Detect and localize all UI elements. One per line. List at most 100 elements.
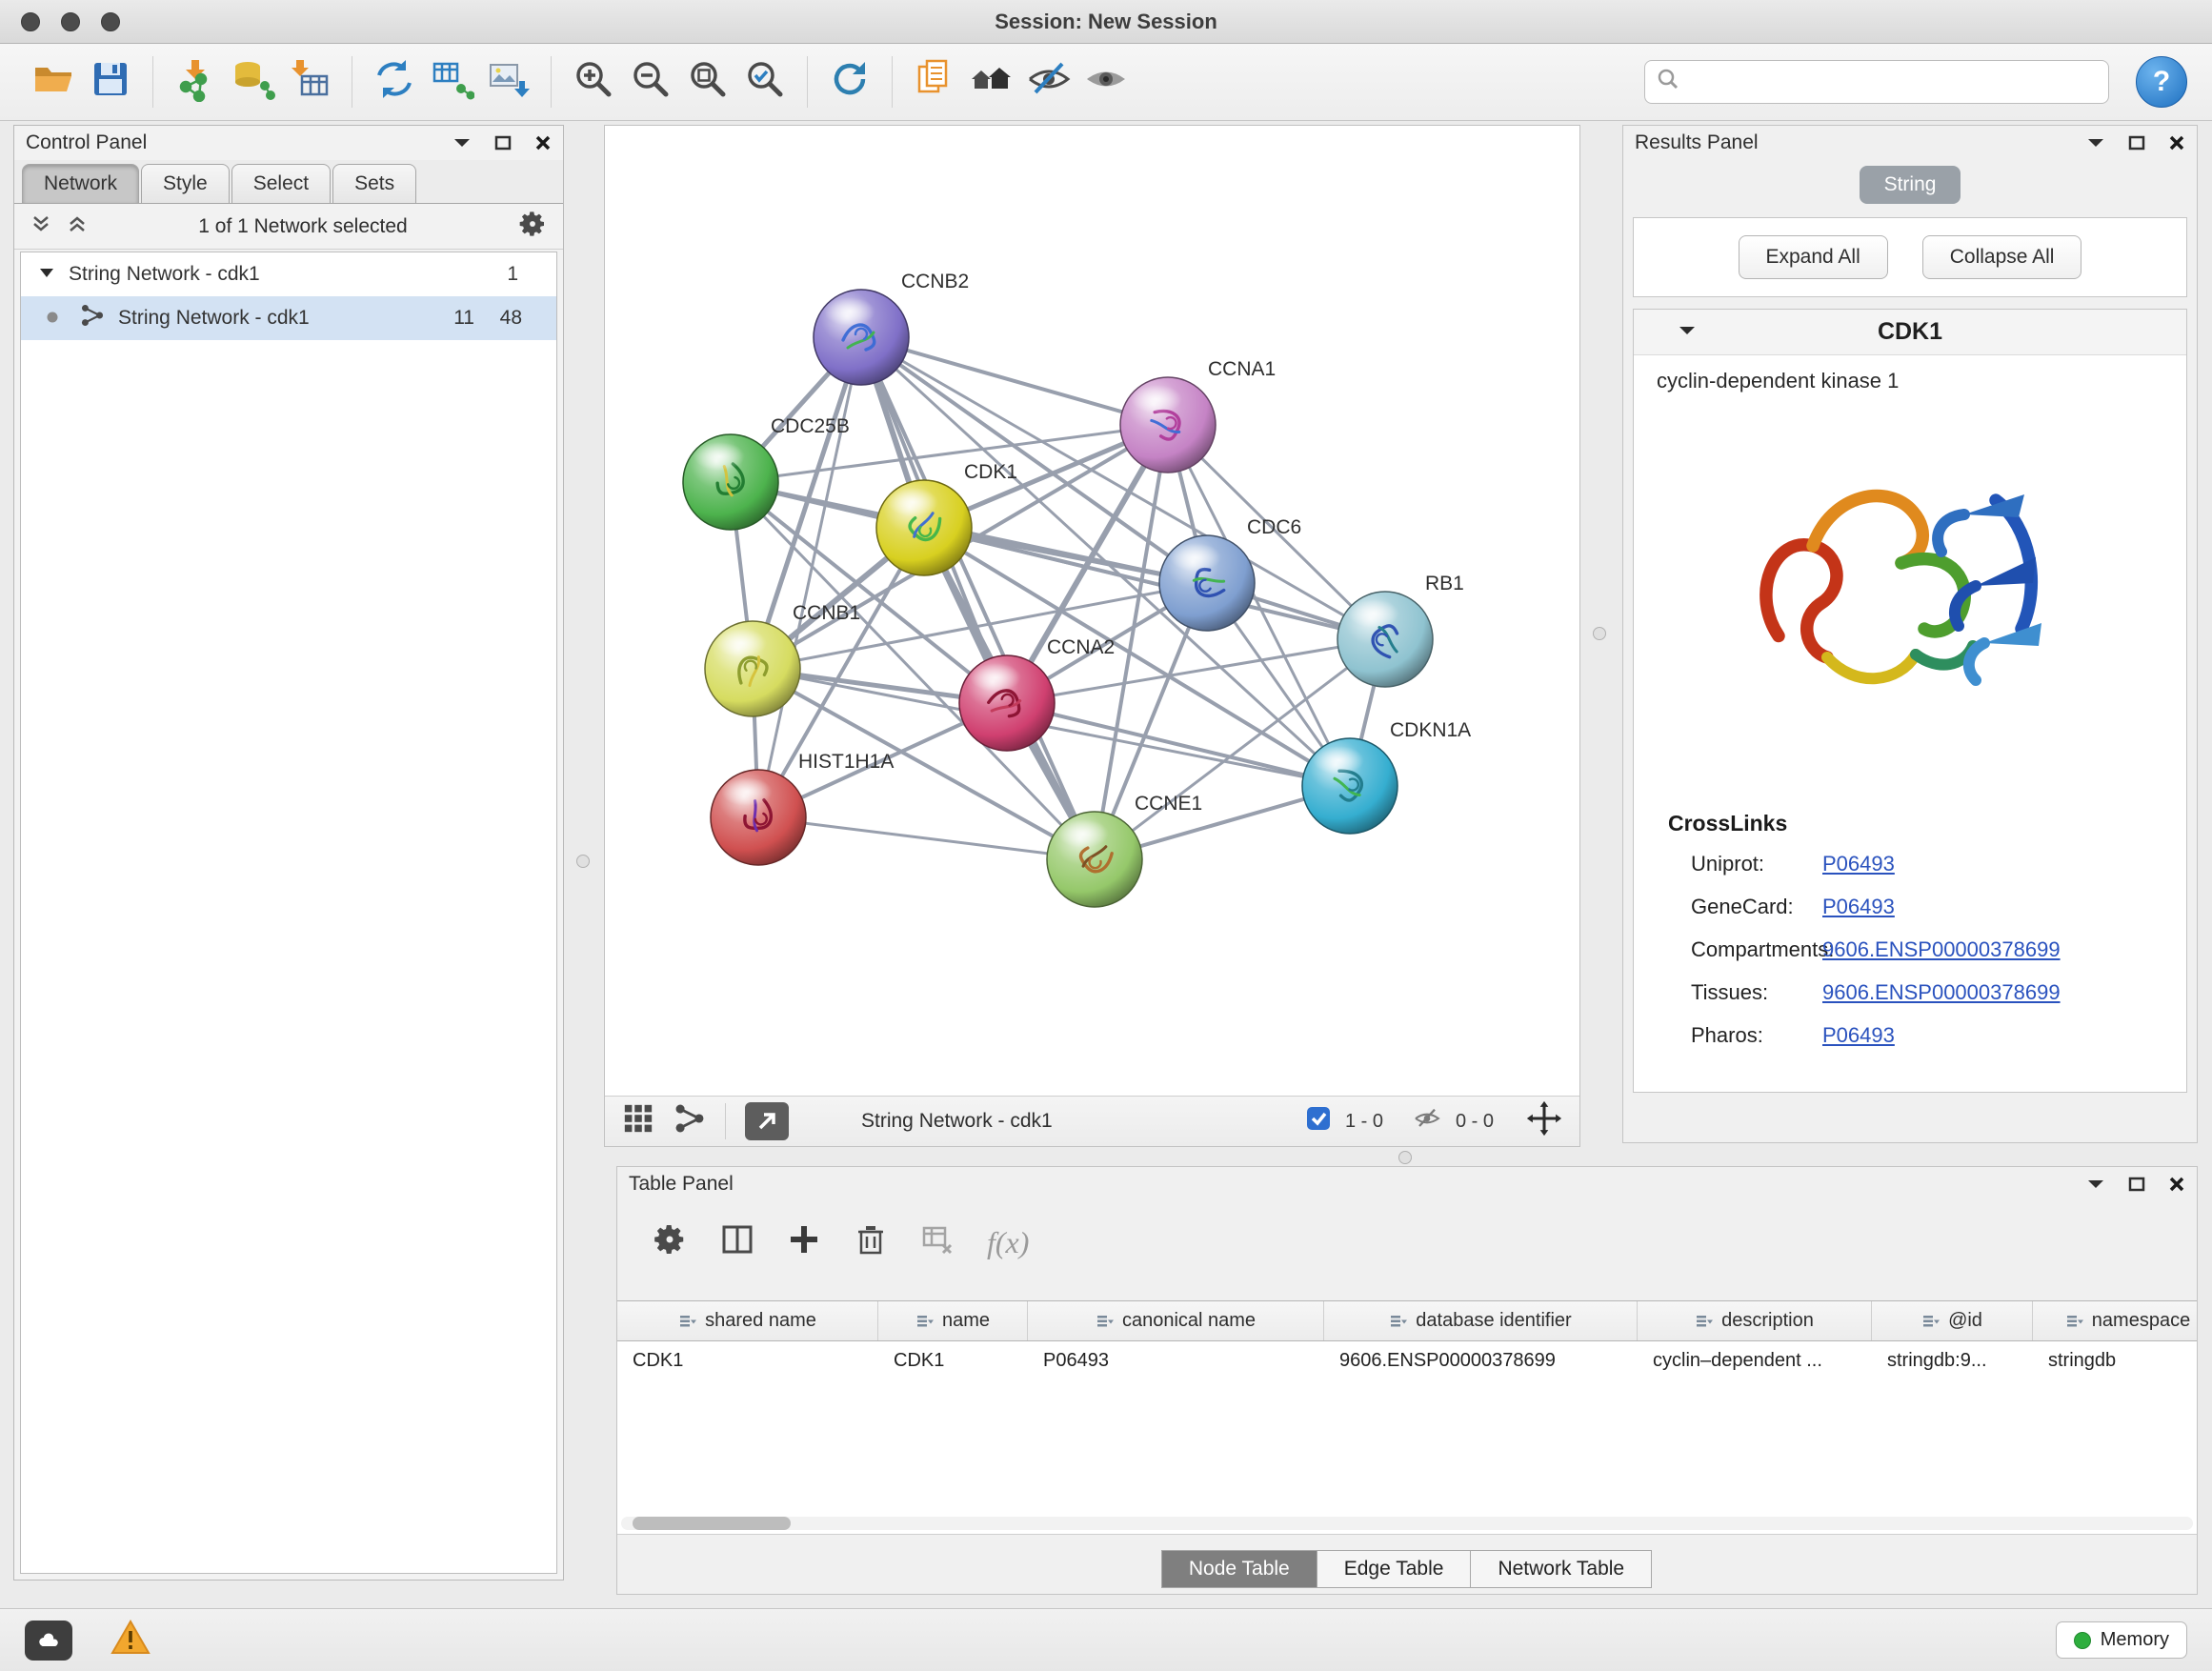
import-network-from-file-button[interactable] [167, 51, 224, 112]
tab-edge-table[interactable]: Edge Table [1317, 1550, 1472, 1588]
network-node-ccnb2[interactable] [814, 290, 909, 385]
network-collection-row[interactable]: String Network - cdk1 1 [21, 252, 556, 296]
expand-all-icon[interactable] [66, 212, 89, 241]
uniprot-link[interactable]: P06493 [1822, 852, 1895, 876]
column-header[interactable]: name [878, 1301, 1028, 1340]
gear-icon[interactable] [517, 209, 548, 245]
network-node-cdc6[interactable] [1159, 535, 1255, 631]
tab-network-table[interactable]: Network Table [1470, 1550, 1652, 1588]
refresh-button[interactable] [821, 51, 878, 112]
network-canvas[interactable]: CCNB2CCNA1CDC25BCDK1CDC6RB1CCNB1CCNA2CDK… [605, 126, 1579, 1096]
export-image-button[interactable] [480, 51, 537, 112]
add-column-icon[interactable] [787, 1222, 821, 1262]
open-in-new-window-button[interactable] [745, 1102, 789, 1140]
column-header[interactable]: namespace [2033, 1301, 2197, 1340]
compartments-link[interactable]: 9606.ENSP00000378699 [1822, 937, 2061, 962]
hidden-eye-strike-icon[interactable] [1412, 1103, 1442, 1139]
tree-expand-icon[interactable] [38, 263, 55, 286]
network-graph[interactable]: CCNB2CCNA1CDC25BCDK1CDC6RB1CCNB1CCNA2CDK… [605, 126, 1581, 1094]
network-row-selected[interactable]: String Network - cdk1 11 48 [21, 296, 556, 340]
show-glass-button[interactable] [1077, 51, 1135, 112]
network-node-cdc25b[interactable] [683, 434, 778, 530]
hide-glass-button[interactable] [1020, 51, 1077, 112]
zoom-fit-button[interactable] [679, 51, 736, 112]
cell-shared-name[interactable]: CDK1 [617, 1341, 878, 1379]
column-header[interactable]: database identifier [1324, 1301, 1638, 1340]
network-node-cdk1[interactable] [876, 480, 972, 575]
crosslink-label: Compartments: [1634, 937, 1822, 962]
splitter-handle[interactable] [1398, 1151, 1412, 1164]
show-columns-icon[interactable] [720, 1222, 754, 1262]
column-header[interactable]: canonical name [1028, 1301, 1324, 1340]
tab-string[interactable]: String [1860, 166, 1961, 204]
close-panel-icon[interactable] [2168, 134, 2185, 151]
gene-description: cyclin-dependent kinase 1 [1634, 355, 2186, 401]
close-panel-icon[interactable] [2168, 1176, 2185, 1193]
tab-style[interactable]: Style [141, 164, 230, 203]
network-node-ccna1[interactable] [1120, 377, 1216, 473]
search-input[interactable] [1687, 71, 2097, 93]
close-panel-icon[interactable] [534, 134, 552, 151]
network-node-cdkn1a[interactable] [1302, 738, 1398, 834]
grid-view-icon[interactable] [622, 1102, 654, 1140]
network-node-ccna2[interactable] [959, 655, 1055, 751]
splitter-handle[interactable] [576, 855, 590, 868]
tissues-link[interactable]: 9606.ENSP00000378699 [1822, 980, 2061, 1005]
import-table-from-file-button[interactable] [281, 51, 338, 112]
horizontal-scrollbar[interactable] [621, 1517, 2193, 1530]
genecard-link[interactable]: P06493 [1822, 895, 1895, 919]
column-header[interactable]: shared name [617, 1301, 878, 1340]
open-session-button[interactable] [25, 51, 82, 112]
tab-node-table[interactable]: Node Table [1161, 1550, 1317, 1588]
warning-icon[interactable] [111, 1619, 151, 1662]
zoom-out-button[interactable] [622, 51, 679, 112]
zoom-in-button[interactable] [565, 51, 622, 112]
expand-all-button[interactable]: Expand All [1739, 235, 1888, 279]
pharos-link[interactable]: P06493 [1822, 1023, 1895, 1048]
new-table-from-network-button[interactable] [423, 51, 480, 112]
panel-menu-icon[interactable] [2086, 136, 2105, 150]
tab-sets[interactable]: Sets [332, 164, 416, 203]
gear-icon[interactable] [652, 1221, 688, 1263]
float-panel-icon[interactable] [494, 135, 512, 151]
import-network-from-database-button[interactable] [224, 51, 281, 112]
save-session-button[interactable] [82, 51, 139, 112]
panel-menu-icon[interactable] [452, 136, 472, 150]
zoom-selected-button[interactable] [736, 51, 794, 112]
cloud-button[interactable] [25, 1621, 72, 1661]
float-panel-icon[interactable] [2128, 135, 2145, 151]
collapse-all-icon[interactable] [30, 212, 52, 241]
column-header[interactable]: description [1638, 1301, 1872, 1340]
copy-document-button[interactable] [906, 51, 963, 112]
splitter-handle[interactable] [1593, 627, 1606, 640]
network-node-rb1[interactable] [1337, 592, 1433, 687]
network-node-ccnb1[interactable] [705, 621, 800, 716]
tab-select[interactable]: Select [231, 164, 331, 203]
cell-database-identifier[interactable]: 9606.ENSP00000378699 [1324, 1341, 1638, 1379]
panel-menu-icon[interactable] [2086, 1178, 2105, 1191]
cell-namespace[interactable]: stringdb [2033, 1341, 2197, 1379]
delete-column-icon[interactable] [854, 1222, 888, 1262]
network-from-selected-button[interactable] [366, 51, 423, 112]
section-collapse-icon[interactable] [1678, 321, 1697, 343]
help-button[interactable]: ? [2136, 56, 2187, 108]
cell-description[interactable]: cyclin–dependent ... [1638, 1341, 1872, 1379]
cell-id[interactable]: stringdb:9... [1872, 1341, 2033, 1379]
collapse-all-button[interactable]: Collapse All [1922, 235, 2082, 279]
network-share-icon[interactable] [674, 1102, 706, 1140]
pan-crosshair-icon[interactable] [1526, 1100, 1562, 1142]
network-node-ccne1[interactable] [1047, 812, 1142, 907]
network-node-hist1h1a[interactable] [711, 770, 806, 865]
memory-button[interactable]: Memory [2056, 1621, 2187, 1659]
float-panel-icon[interactable] [2128, 1177, 2145, 1192]
column-header[interactable]: @id [1872, 1301, 2033, 1340]
cell-name[interactable]: CDK1 [878, 1341, 1028, 1379]
crosslinks-title: CrossLinks [1634, 792, 2186, 842]
scrollbar-thumb[interactable] [633, 1517, 791, 1530]
tab-network[interactable]: Network [22, 164, 139, 203]
table-row[interactable]: CDK1 CDK1 P06493 9606.ENSP00000378699 cy… [617, 1341, 2197, 1379]
cell-canonical-name[interactable]: P06493 [1028, 1341, 1324, 1379]
crosslink-label: Tissues: [1634, 980, 1822, 1005]
string-home-button[interactable] [963, 51, 1020, 112]
selected-checkbox-icon[interactable] [1305, 1105, 1332, 1137]
